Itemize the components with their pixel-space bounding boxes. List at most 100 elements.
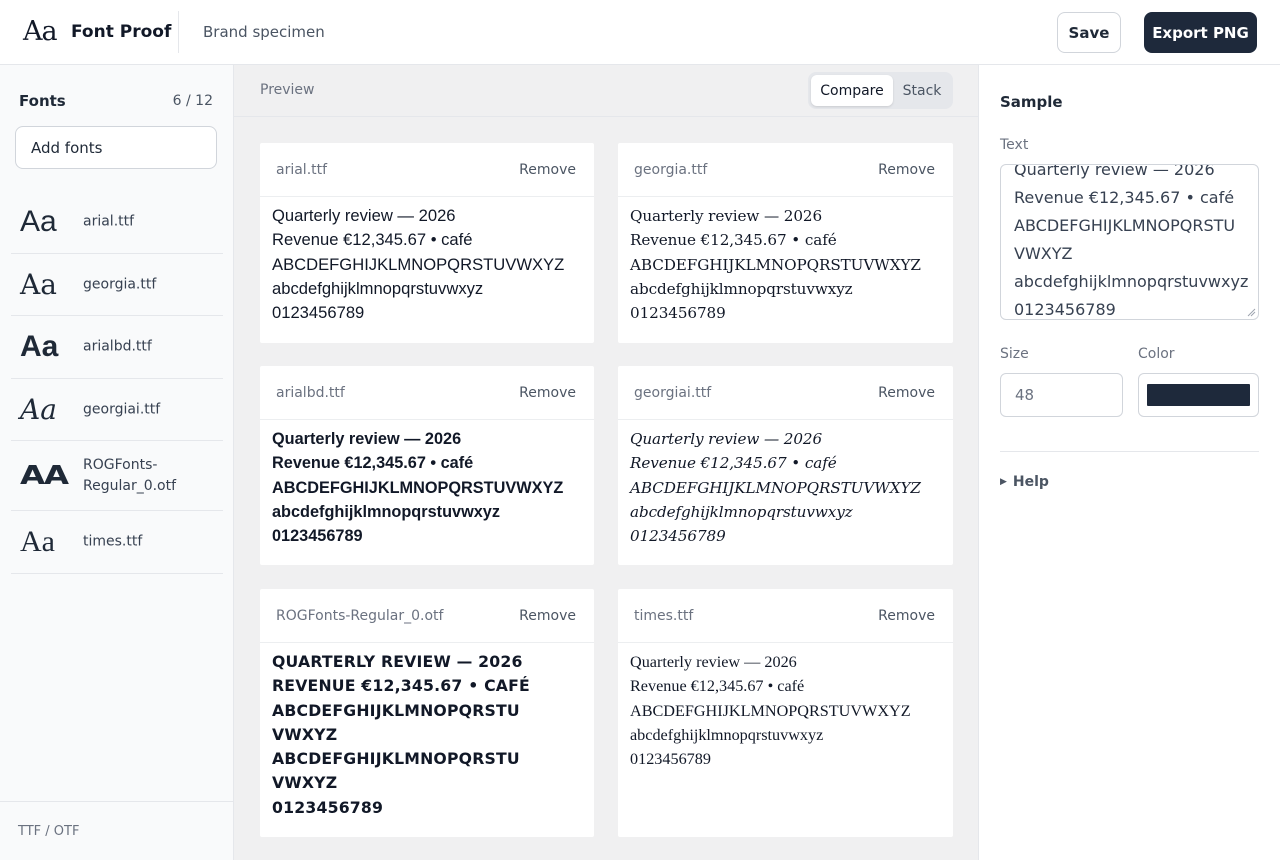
- font-preview-glyph: Aa: [20, 392, 57, 426]
- font-card-arial: arial.ttf Remove Quarterly review — 2026…: [260, 143, 594, 343]
- specimen-line: REVENUE €12,345.67 • CAFé: [272, 676, 530, 696]
- help-label: Help: [1012, 474, 1049, 490]
- card-filename: georgia.ttf: [634, 162, 708, 178]
- font-card-rogfonts: ROGFonts-Regular_0.otf Remove QUARTERLY …: [260, 589, 594, 837]
- font-preview-glyph: Aa: [20, 205, 57, 238]
- sidebar-footer: TTF / OTF: [0, 801, 233, 860]
- card-header: arial.ttf Remove: [260, 143, 594, 197]
- color-label: Color: [1138, 346, 1175, 362]
- font-item-times[interactable]: Aa times.ttf: [11, 511, 223, 574]
- specimen-line: ABCDEFGHIJKLMNOPQRSTUVWXYZ: [630, 701, 911, 720]
- specimen-line: 0123456789: [630, 304, 726, 323]
- size-input[interactable]: [1000, 373, 1123, 417]
- specimen-text: Quarterly review — 2026 Revenue €12,345.…: [630, 650, 943, 771]
- font-card-georgiai: georgiai.ttf Remove Quarterly review — 2…: [618, 366, 953, 565]
- font-item-label: times.ttf: [83, 533, 143, 550]
- card-header: georgia.ttf Remove: [618, 143, 953, 197]
- specimen-line: 0123456789: [272, 303, 365, 323]
- font-item-georgia[interactable]: Aa georgia.ttf: [11, 254, 223, 316]
- specimen-line: ABCDEFGHIJKLMNOPQRSTUVWXYZ: [630, 255, 921, 274]
- font-item-georgiai[interactable]: Aa georgiai.ttf: [11, 379, 223, 441]
- color-swatch: [1147, 384, 1250, 406]
- specimen-line: abcdefghijklmnopqrstuvwxyz: [272, 502, 500, 521]
- font-preview-glyph: Aa: [20, 525, 55, 558]
- remove-button[interactable]: Remove: [878, 162, 935, 178]
- card-filename: arial.ttf: [276, 162, 328, 178]
- stack-mode-button[interactable]: Stack: [894, 75, 950, 106]
- font-list: Aa arial.ttf Aa georgia.ttf Aa arialbd.t…: [11, 191, 223, 574]
- font-item-label: georgia.ttf: [83, 276, 157, 292]
- font-item-rogfonts[interactable]: AA ROGFonts-Regular_0.otf: [11, 441, 223, 511]
- specimen-text: Quarterly review — 2026 Revenue €12,345.…: [272, 427, 584, 548]
- card-filename: times.ttf: [634, 608, 694, 624]
- specimen-line: ABCDEFGHIJKLMNOPQRSTUVWXYZ: [272, 478, 564, 497]
- supported-formats: TTF / OTF: [18, 824, 80, 839]
- specimen-line: 0123456789: [272, 527, 363, 546]
- font-item-arialbd[interactable]: Aa arialbd.ttf: [11, 316, 223, 379]
- specimen-line: ABCDEFGHIJKLMNOPQRSTU VWXYZ: [272, 700, 520, 744]
- remove-button[interactable]: Remove: [878, 385, 935, 401]
- specimen-line: Revenue €12,345.67 • café: [630, 231, 837, 250]
- panel-title: Sample: [1000, 93, 1063, 111]
- sample-text-value: Quarterly review — 2026 Revenue €12,345.…: [1014, 164, 1249, 319]
- text-label: Text: [1000, 137, 1029, 153]
- specimen-text: Quarterly review — 2026 Revenue €12,345.…: [630, 427, 943, 548]
- size-label: Size: [1000, 346, 1029, 362]
- help-toggle[interactable]: ▶ Help: [1000, 474, 1049, 490]
- resize-grip-icon[interactable]: [1246, 307, 1256, 317]
- font-sidebar: Fonts 6 / 12 Add fonts Aa arial.ttf Aa g…: [0, 65, 234, 860]
- remove-button[interactable]: Remove: [878, 608, 935, 624]
- preview-area: Preview Compare Stack arial.ttf Remove Q…: [234, 65, 979, 860]
- project-name[interactable]: Brand specimen: [203, 22, 325, 42]
- specimen-line: Revenue €12,345.67 • café: [272, 230, 473, 250]
- app-name: Font Proof: [71, 22, 172, 42]
- specimen-line: Revenue €12,345.67 • café: [630, 677, 805, 696]
- card-header: times.ttf Remove: [618, 589, 953, 643]
- compare-mode-button[interactable]: Compare: [811, 75, 893, 106]
- font-preview-glyph: Aa: [20, 330, 59, 363]
- specimen-line: abcdefghijklmnopqrstuvwxyz: [630, 502, 853, 521]
- panel-divider: [1000, 451, 1259, 452]
- font-count: 6 / 12: [172, 93, 213, 109]
- sample-text-field[interactable]: Quarterly review — 2026 Revenue €12,345.…: [1000, 164, 1259, 320]
- specimen-line: Revenue €12,345.67 • café: [272, 454, 474, 473]
- font-item-label: ROGFonts-Regular_0.otf: [83, 456, 177, 494]
- remove-button[interactable]: Remove: [519, 162, 576, 178]
- remove-button[interactable]: Remove: [519, 608, 576, 624]
- specimen-line: Quarterly review — 2026: [630, 207, 823, 225]
- specimen-text: Quarterly review — 2026 Revenue €12,345.…: [630, 204, 943, 325]
- specimen-line: 0123456789: [272, 797, 384, 817]
- preview-toolbar: Preview Compare Stack: [234, 65, 979, 117]
- font-item-arial[interactable]: Aa arial.ttf: [11, 191, 223, 254]
- specimen-line: 0123456789: [630, 527, 726, 546]
- app-header: Aa Font Proof Brand specimen Save Export…: [0, 0, 1280, 65]
- export-png-button[interactable]: Export PNG: [1144, 12, 1257, 53]
- font-item-label: georgiai.ttf: [83, 401, 161, 417]
- specimen-line: abcdefghijklmnopqrstuvwxyz: [272, 278, 484, 298]
- font-item-label: arial.ttf: [83, 213, 135, 230]
- specimen-line: ABCDEFGHIJKLMNOPQRSTUVWXYZ: [630, 478, 921, 497]
- specimen-line: ABCDEFGHIJKLMNOPQRSTUVWXYZ: [272, 254, 565, 274]
- card-header: arialbd.ttf Remove: [260, 366, 594, 420]
- font-preview-glyph: AA: [20, 460, 69, 491]
- card-header: georgiai.ttf Remove: [618, 366, 953, 420]
- specimen-text: QUARTERLY REVIEW — 2026 REVENUE €12,345.…: [272, 650, 580, 820]
- card-header: ROGFonts-Regular_0.otf Remove: [260, 589, 594, 643]
- logo-icon: Aa: [23, 16, 58, 47]
- card-filename: ROGFonts-Regular_0.otf: [276, 608, 444, 624]
- specimen-line: Quarterly review — 2026: [272, 430, 462, 448]
- font-card-times: times.ttf Remove Quarterly review — 2026…: [618, 589, 953, 837]
- color-picker[interactable]: [1138, 373, 1259, 417]
- font-card-arialbd: arialbd.ttf Remove Quarterly review — 20…: [260, 366, 594, 565]
- add-fonts-button[interactable]: Add fonts: [15, 126, 217, 169]
- specimen-line: QUARTERLY REVIEW — 2026: [272, 652, 523, 671]
- specimen-line: Quarterly review — 2026: [630, 430, 823, 448]
- card-filename: arialbd.ttf: [276, 385, 345, 401]
- font-preview-glyph: Aa: [20, 267, 57, 301]
- font-item-label: arialbd.ttf: [83, 338, 152, 355]
- font-card-georgia: georgia.ttf Remove Quarterly review — 20…: [618, 143, 953, 343]
- view-mode-toggle: Compare Stack: [808, 72, 953, 109]
- save-button[interactable]: Save: [1057, 12, 1121, 53]
- disclosure-triangle-icon: ▶: [1000, 477, 1007, 487]
- remove-button[interactable]: Remove: [519, 385, 576, 401]
